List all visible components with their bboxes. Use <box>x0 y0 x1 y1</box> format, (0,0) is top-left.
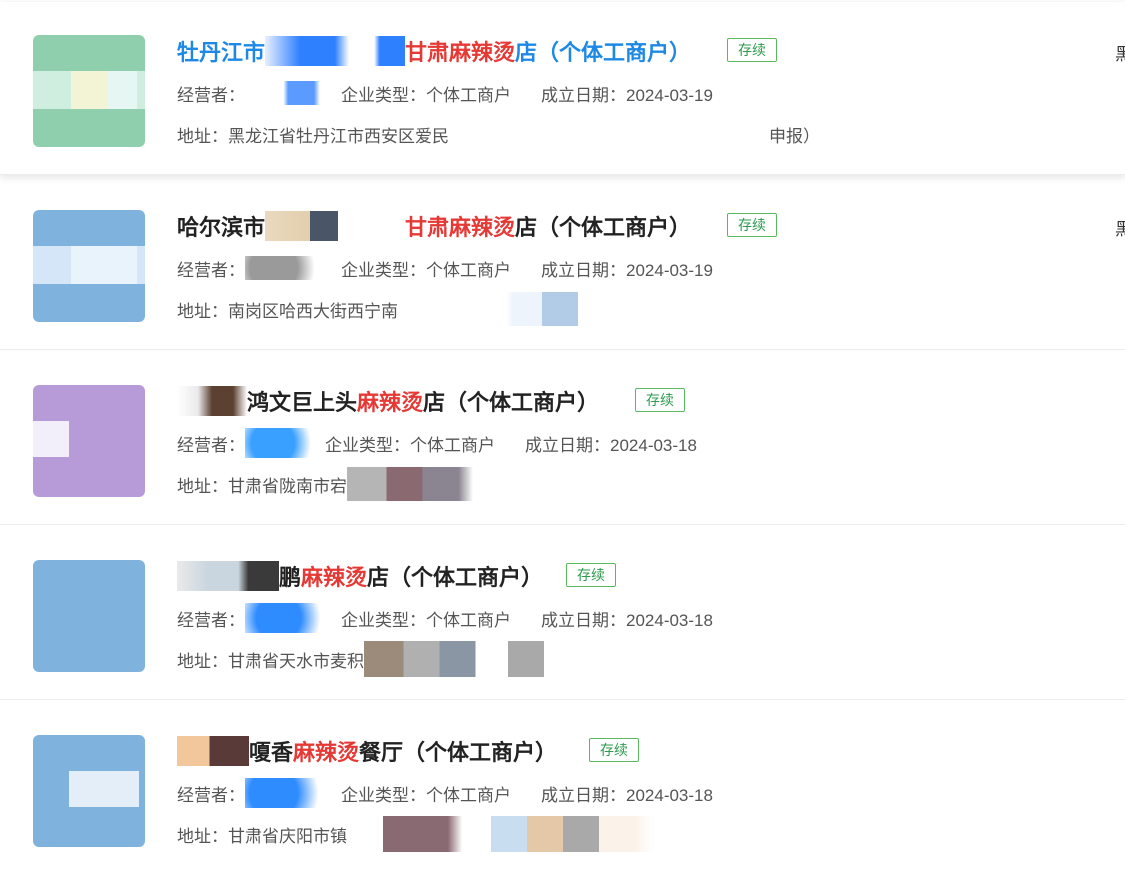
company-name-prefix: 牡丹江市 <box>177 40 266 65</box>
company-name-link[interactable]: 牡丹江市 甘肃麻辣烫 店（个体工商户） <box>177 34 691 68</box>
status-badge: 存续 <box>635 388 685 412</box>
address-text: 地址：甘肃省天水市麦积 <box>177 651 364 671</box>
meta-line: 经营者： 企业类型：个体工商户 成立日期：2024-03-18 <box>177 428 697 458</box>
result-card[interactable]: 鸿文巨上头 麻辣烫 店（个体工商户） 存续 经营者： 企业类型：个体工商户 成立… <box>0 352 1125 525</box>
operator-name-redacted[interactable] <box>245 256 341 280</box>
company-logo <box>33 560 145 672</box>
company-name-suffix: 餐厅（个体工商户） <box>359 740 558 765</box>
operator-label: 经营者： <box>177 610 245 630</box>
enterprise-type: 企业类型：个体工商户 <box>341 785 511 805</box>
meta-line: 经营者： 企业类型：个体工商户 成立日期：2024-03-19 <box>177 256 713 280</box>
status-badge: 存续 <box>589 738 639 762</box>
address-text: 地址：黑龙江省牡丹江市西安区爱民 <box>177 126 449 146</box>
result-card[interactable]: 嗄香 麻辣烫 餐厅（个体工商户） 存续 经营者： 企业类型：个体工商户 成立日期… <box>0 702 1125 875</box>
established-date: 成立日期：2024-03-19 <box>541 85 713 105</box>
truncated-column-text: 黑 <box>1115 45 1125 64</box>
established-date: 成立日期：2024-03-18 <box>541 785 713 805</box>
company-name-link[interactable]: 哈尔滨市 甘肃麻辣烫 店（个体工商户） <box>177 209 691 243</box>
company-name-suffix: 店（个体工商户） <box>515 215 692 240</box>
redacted-block <box>265 36 406 66</box>
enterprise-type: 企业类型：个体工商户 <box>325 435 495 455</box>
company-name-suffix: 店（个体工商户） <box>423 390 600 415</box>
operator-name-redacted[interactable] <box>245 81 341 105</box>
company-logo <box>33 385 145 497</box>
company-logo <box>33 210 145 322</box>
address-redacted <box>398 292 578 326</box>
operator-label: 经营者： <box>177 435 245 455</box>
address-text: 地址：南岗区哈西大街西宁南 <box>177 301 398 321</box>
operator-label: 经营者： <box>177 785 245 805</box>
address-line: 地址：南岗区哈西大街西宁南 <box>177 292 578 326</box>
redacted-block <box>177 561 279 591</box>
company-name-prefix: 哈尔滨市 <box>177 215 266 240</box>
address-line: 地址：甘肃省庆阳市镇 <box>177 816 707 852</box>
operator-name-redacted[interactable] <box>245 603 341 633</box>
status-badge: 存续 <box>727 213 777 237</box>
established-date: 成立日期：2024-03-18 <box>541 610 713 630</box>
company-logo <box>33 735 145 847</box>
company-name-suffix: 店（个体工商户） <box>515 40 692 65</box>
company-name-link[interactable]: 鹏 麻辣烫 店（个体工商户） <box>177 559 543 593</box>
redacted-block <box>177 386 247 416</box>
address-tail: 申报） <box>769 126 820 146</box>
address-redacted <box>347 467 527 501</box>
meta-line: 经营者： 企业类型：个体工商户 成立日期：2024-03-18 <box>177 778 713 808</box>
company-name-keyword: 麻辣烫 <box>357 390 424 415</box>
company-name-suffix: 店（个体工商户） <box>367 565 544 590</box>
enterprise-type: 企业类型：个体工商户 <box>341 85 511 105</box>
operator-label: 经营者： <box>177 85 245 105</box>
established-date: 成立日期：2024-03-19 <box>541 260 713 280</box>
company-name-link[interactable]: 嗄香 麻辣烫 餐厅（个体工商户） <box>177 734 557 768</box>
status-badge: 存续 <box>727 38 777 62</box>
address-redacted <box>364 641 544 677</box>
result-card[interactable]: 鹏 麻辣烫 店（个体工商户） 存续 经营者： 企业类型：个体工商户 成立日期：2… <box>0 527 1125 700</box>
redacted-block <box>177 736 249 766</box>
redacted-block <box>265 211 406 241</box>
company-name-prefix: 鹏 <box>279 565 302 590</box>
company-name-link[interactable]: 鸿文巨上头 麻辣烫 店（个体工商户） <box>177 384 599 418</box>
company-name-keyword: 甘肃麻辣烫 <box>405 40 516 65</box>
status-badge: 存续 <box>566 563 616 587</box>
address-line: 地址：黑龙江省牡丹江市西安区爱民 申报） <box>177 122 820 146</box>
address-redacted <box>347 816 707 852</box>
truncated-column-text: 黑 <box>1115 220 1125 239</box>
company-logo <box>33 35 145 147</box>
address-line: 地址：甘肃省天水市麦积 <box>177 641 544 677</box>
company-name-prefix: 嗄香 <box>249 740 294 765</box>
established-date: 成立日期：2024-03-18 <box>525 435 697 455</box>
operator-name-redacted[interactable] <box>245 778 341 808</box>
enterprise-type: 企业类型：个体工商户 <box>341 260 511 280</box>
company-name-keyword: 麻辣烫 <box>301 565 368 590</box>
operator-name-redacted[interactable] <box>245 428 325 458</box>
company-name-prefix: 鸿文巨上头 <box>247 390 358 415</box>
meta-line: 经营者： 企业类型：个体工商户 成立日期：2024-03-19 <box>177 81 713 105</box>
result-card[interactable]: 哈尔滨市 甘肃麻辣烫 店（个体工商户） 存续 经营者： 企业类型：个体工商户 成… <box>0 177 1125 350</box>
operator-label: 经营者： <box>177 260 245 280</box>
company-name-keyword: 甘肃麻辣烫 <box>405 215 516 240</box>
address-text: 地址：甘肃省庆阳市镇 <box>177 826 347 846</box>
company-name-keyword: 麻辣烫 <box>293 740 360 765</box>
meta-line: 经营者： 企业类型：个体工商户 成立日期：2024-03-18 <box>177 603 713 633</box>
enterprise-type: 企业类型：个体工商户 <box>341 610 511 630</box>
address-redacted <box>449 122 769 146</box>
address-text: 地址：甘肃省陇南市宕 <box>177 476 347 496</box>
result-card[interactable]: 牡丹江市 甘肃麻辣烫 店（个体工商户） 存续 经营者： 企业类型：个体工商户 成… <box>0 2 1125 175</box>
address-line: 地址：甘肃省陇南市宕 <box>177 467 527 501</box>
